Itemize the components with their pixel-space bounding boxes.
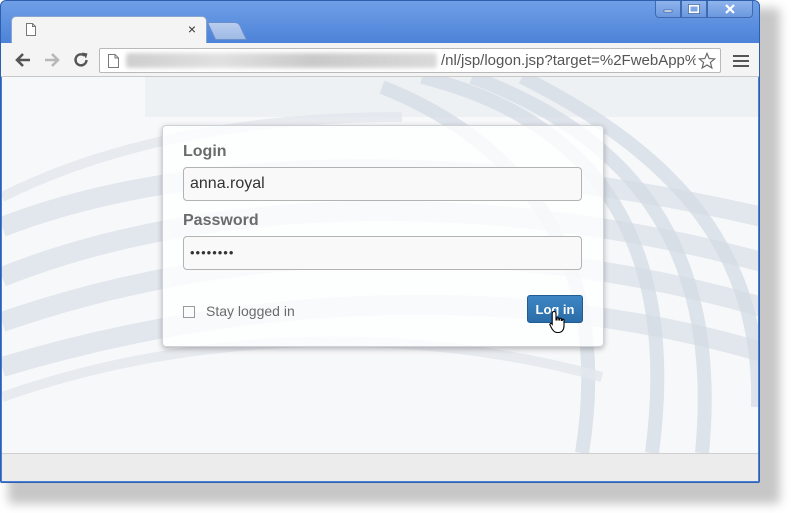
star-icon[interactable] [698, 52, 716, 70]
menu-icon[interactable] [733, 53, 749, 67]
browser-window: × /nl/jsp/logon.jsp?target=%2FwebApp% Lo… [0, 0, 760, 483]
back-arrow-icon[interactable] [13, 50, 33, 70]
stay-logged-in-label: Stay logged in [206, 303, 295, 319]
login-label: Login [183, 143, 227, 160]
login-panel: Login anna.royal Password •••••••• Stay … [162, 125, 604, 347]
url-host-blurred [126, 53, 437, 68]
password-label: Password [183, 212, 259, 229]
login-input[interactable]: anna.royal [183, 167, 582, 201]
stay-logged-in-checkbox[interactable] [183, 306, 195, 318]
window-controls [655, 1, 753, 19]
maximize-icon[interactable] [681, 1, 707, 18]
page-icon [108, 54, 119, 68]
password-input[interactable]: •••••••• [183, 236, 582, 270]
address-bar[interactable]: /nl/jsp/logon.jsp?target=%2FwebApp% [99, 48, 721, 73]
forward-arrow-icon[interactable] [42, 50, 62, 70]
browser-tab[interactable]: × [11, 16, 207, 43]
reload-icon[interactable] [71, 50, 91, 70]
page-icon [26, 23, 36, 36]
hand-cursor-icon [549, 310, 565, 334]
status-bar [2, 453, 758, 481]
close-icon[interactable]: × [188, 20, 196, 38]
url-path: /nl/jsp/logon.jsp?target=%2FwebApp% [441, 52, 696, 69]
minimize-icon[interactable] [655, 1, 681, 18]
page-content: Login anna.royal Password •••••••• Stay … [2, 77, 758, 453]
new-tab-button[interactable] [206, 22, 248, 40]
title-bar: × [1, 1, 759, 43]
browser-toolbar: /nl/jsp/logon.jsp?target=%2FwebApp% [1, 43, 759, 77]
window-close-icon[interactable] [707, 1, 753, 18]
